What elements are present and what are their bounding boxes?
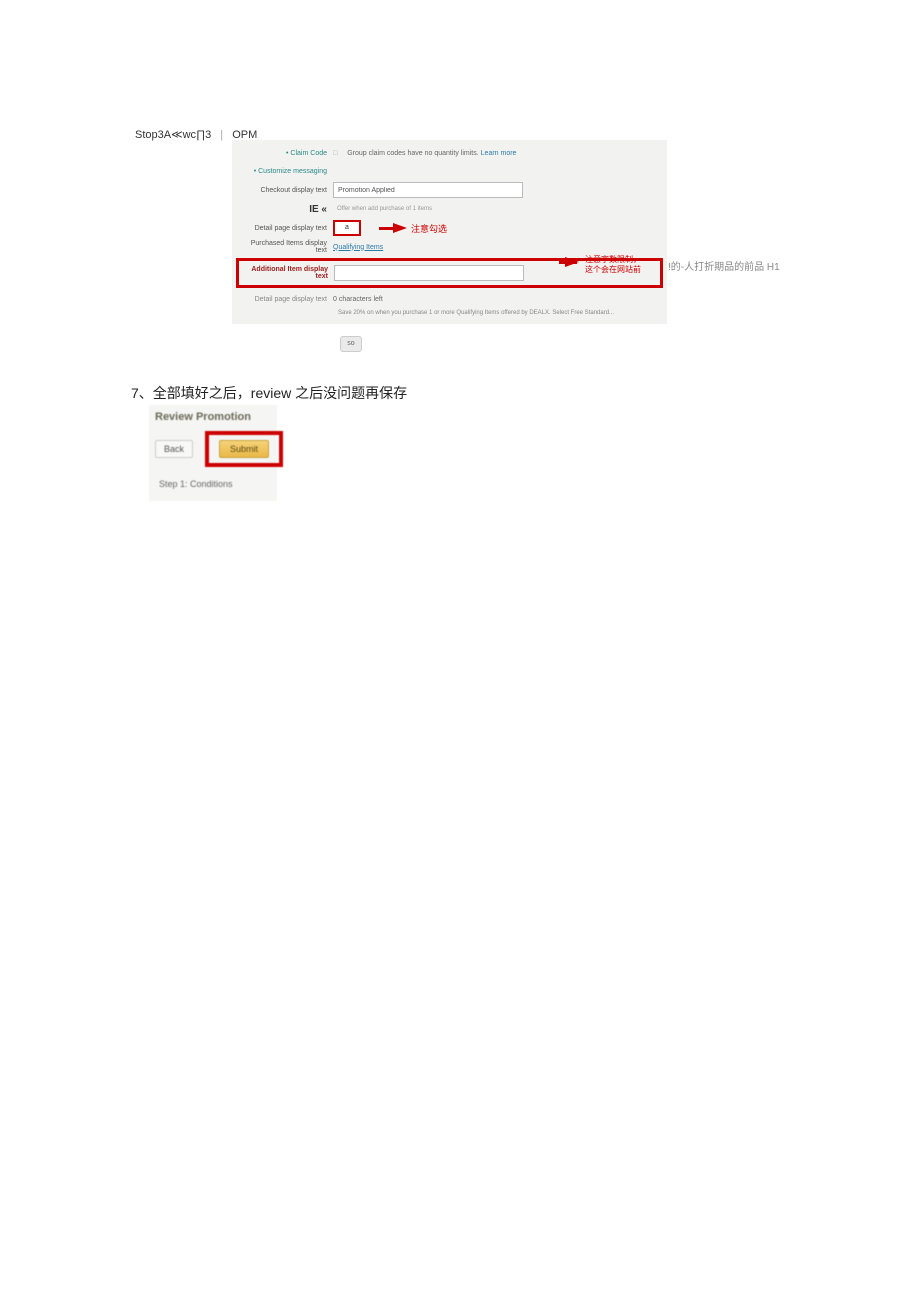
claim-code-label: • Claim Code [238,150,333,157]
additional-items-label: Additional Item display text [241,266,334,280]
row-detail-page: Detail page display text a 注意勾选 [232,218,667,238]
right-annotation: 注意字数限制， 这个会在网站前 [585,255,641,276]
row-checkout-display: Checkout display text [232,180,667,200]
purchased-items-label: Purchased Items display text [238,240,333,254]
checkout-display-input[interactable] [333,182,523,198]
row-ie: IE « Offer when add purchase of 1 items [232,200,667,218]
back-button[interactable]: Back [155,440,193,458]
purchased-items-value[interactable]: Qualifying Items [333,244,383,251]
form-area: • Claim Code □ Group claim codes have no… [232,140,667,324]
small-pill: so [340,336,362,352]
step1-conditions: Step 1: Conditions [155,477,271,491]
right-anno-line1: 注意字数限制， [585,255,641,265]
footnote: Save 20% on when you purchase 1 or more … [232,308,667,316]
claim-code-hint: □ Group claim codes have no quantity lim… [333,150,516,157]
step7-text: 7、全部填好之后，review 之后没问题再保存 [131,383,407,403]
customize-messaging-label: • Customize messaging [238,168,333,175]
review-buttons: Back Submit [155,431,271,467]
additional-items-input[interactable] [334,265,524,281]
row-claim-code: • Claim Code □ Group claim codes have no… [232,144,667,162]
detail-page-label: Detail page display text [238,225,333,232]
far-right-text: !的-人打折期品的前品 H1 [668,258,780,273]
submit-button[interactable]: Submit [219,440,269,458]
detail-page-display-label: Detail page display text [238,296,333,303]
checkout-display-label: Checkout display text [238,187,333,194]
arrow-icon [565,257,579,267]
row-purchased-items: Purchased Items display text Qualifying … [232,238,667,256]
detail-annotation: 注意勾选 [411,222,447,235]
right-anno-line2: 这个会在网站前 [585,265,641,275]
header-left: Stop3A≪wc∏3 [135,129,211,141]
learn-more-link[interactable]: Learn more [481,150,517,157]
review-title: Review Promotion [155,411,271,423]
submit-highlight-frame: Submit [205,431,283,467]
detail-select-box[interactable]: a [333,220,361,236]
ie-sub: Offer when add purchase of 1 items [333,206,432,212]
row-customize-messaging: • Customize messaging [232,162,667,180]
detail-page-display-value: 0 characters left [333,296,383,303]
arrow-icon [393,223,407,233]
ie-label: IE « [238,204,333,215]
divider: | [220,129,223,141]
review-area: Review Promotion Back Submit Step 1: Con… [149,405,277,501]
row-detail-page-display: Detail page display text 0 characters le… [232,290,667,308]
